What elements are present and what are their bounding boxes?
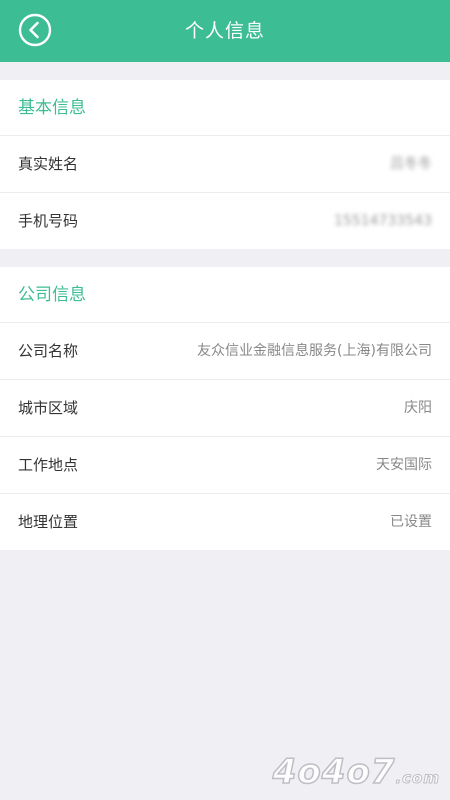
phone-label: 手机号码 — [18, 212, 79, 230]
header-bar: 个人信息 — [0, 0, 450, 62]
company-info-section: 公司信息 公司名称 友众信业金融信息服务(上海)有限公司 城市区域 庆阳 工作地… — [0, 267, 450, 550]
watermark-main: 4o4o7 — [272, 751, 396, 793]
row-city-area[interactable]: 城市区域 庆阳 — [0, 380, 450, 437]
phone-value: 15514733543 — [334, 213, 432, 229]
site-watermark: 4o4o7.com — [272, 751, 440, 793]
geo-location-value: 已设置 — [390, 514, 432, 530]
row-company-name[interactable]: 公司名称 友众信业金融信息服务(上海)有限公司 — [0, 323, 450, 380]
row-real-name: 真实姓名 吕冬冬 — [0, 136, 450, 193]
real-name-label: 真实姓名 — [18, 155, 79, 173]
row-work-location[interactable]: 工作地点 天安国际 — [0, 437, 450, 494]
company-name-label: 公司名称 — [18, 342, 79, 360]
page-title: 个人信息 — [184, 20, 265, 42]
section-title-company: 公司信息 — [0, 267, 450, 323]
basic-info-section: 基本信息 真实姓名 吕冬冬 手机号码 15514733543 — [0, 80, 450, 249]
city-area-value: 庆阳 — [404, 400, 432, 416]
watermark-suffix: .com — [395, 769, 440, 788]
geo-location-label: 地理位置 — [18, 513, 79, 531]
row-geo-location[interactable]: 地理位置 已设置 — [0, 494, 450, 550]
work-location-label: 工作地点 — [18, 456, 79, 474]
section-title-basic: 基本信息 — [0, 80, 450, 136]
company-name-value: 友众信业金融信息服务(上海)有限公司 — [197, 343, 432, 359]
row-phone: 手机号码 15514733543 — [0, 193, 450, 249]
city-area-label: 城市区域 — [18, 399, 79, 417]
work-location-value: 天安国际 — [376, 457, 432, 473]
real-name-value: 吕冬冬 — [390, 156, 432, 172]
